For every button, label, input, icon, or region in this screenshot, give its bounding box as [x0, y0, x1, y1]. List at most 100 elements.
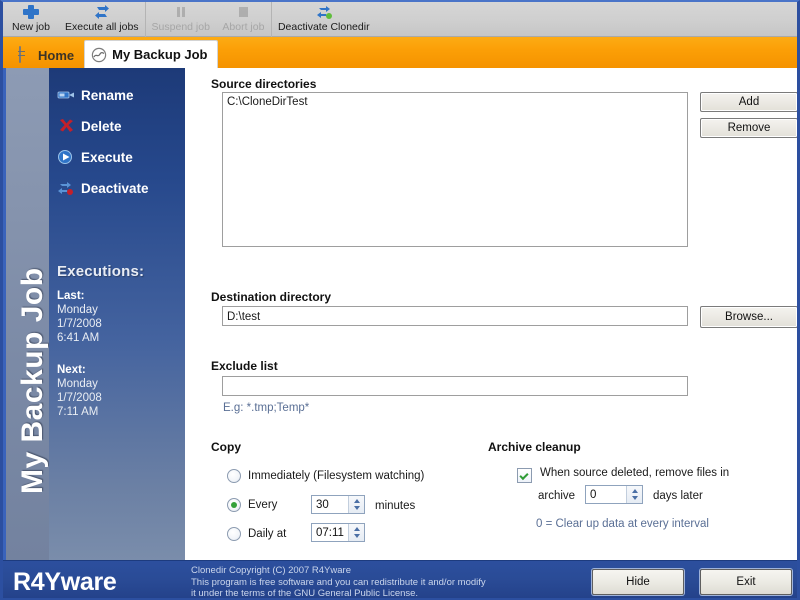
- job-title-column: My Backup Job: [3, 68, 49, 560]
- stepper-arrows[interactable]: [626, 486, 642, 503]
- source-directories-list[interactable]: C:\CloneDirTest: [222, 92, 688, 247]
- executions-next-day: Monday: [57, 378, 98, 390]
- pause-icon: [172, 4, 190, 20]
- chevron-down-icon[interactable]: [349, 505, 364, 514]
- archive-days-stepper[interactable]: 0: [585, 485, 643, 504]
- toolbar-deactivate-clonedir-label: Deactivate Clonedir: [277, 21, 370, 33]
- copyright-line-1: Clonedir Copyright (C) 2007 R4Yware: [191, 565, 351, 576]
- sidebar-item-rename-label: Rename: [81, 87, 134, 103]
- exit-button[interactable]: Exit: [700, 569, 792, 595]
- left-sidebar: My Backup Job Rename Delete Execute Deac…: [3, 68, 185, 560]
- copyright-line-3: it under the terms of the GNU General Pu…: [191, 588, 419, 599]
- executions-next: Next: Monday 1/7/2008 7:11 AM: [57, 363, 185, 419]
- brand-logo: R4Yware: [13, 568, 117, 596]
- tab-bar: Home My Backup Job: [3, 37, 797, 68]
- copy-option-daily-label: Daily at: [248, 528, 287, 540]
- toolbar-new-job[interactable]: New job: [3, 2, 59, 37]
- toolbar-execute-all-jobs[interactable]: Execute all jobs: [59, 2, 146, 37]
- copy-option-every-label: Every: [248, 499, 278, 511]
- chevron-up-icon[interactable]: [349, 496, 364, 505]
- exclude-list-input[interactable]: [222, 376, 688, 396]
- daily-time-stepper[interactable]: 07:11: [311, 523, 365, 542]
- executions-last-day: Monday: [57, 304, 98, 316]
- archive-cleanup-option[interactable]: When source deleted, remove files in: [517, 467, 729, 483]
- hide-button[interactable]: Hide: [592, 569, 684, 595]
- executions-next-label: Next:: [57, 364, 86, 376]
- tab-home[interactable]: Home: [11, 42, 84, 68]
- execute-icon: [57, 149, 75, 165]
- archive-cleanup-text-line1: When source deleted, remove files in: [540, 467, 730, 479]
- executions-last-label: Last:: [57, 290, 85, 302]
- plus-icon: [22, 4, 40, 20]
- archive-days-value[interactable]: 0: [586, 486, 626, 503]
- deactivate-icon: [57, 180, 75, 196]
- interval-minutes-value[interactable]: 30: [312, 496, 348, 513]
- sidebar-item-delete-label: Delete: [81, 118, 122, 134]
- application-window: New job Execute all jobs Suspend job Abo…: [0, 0, 800, 600]
- daily-time-value[interactable]: 07:11: [312, 524, 348, 541]
- archive-days-suffix: days later: [653, 490, 703, 502]
- toolbar-suspend-job: Suspend job: [146, 2, 216, 37]
- archive-days-prefix: archive: [538, 490, 576, 502]
- copy-option-daily[interactable]: Daily at: [227, 527, 286, 541]
- executions-heading: Executions:: [57, 263, 145, 280]
- list-item[interactable]: C:\CloneDirTest: [226, 95, 684, 109]
- destination-directory-input[interactable]: D:\test: [222, 306, 688, 326]
- server-icon: [17, 46, 33, 63]
- destination-directory-label: Destination directory: [211, 290, 332, 304]
- sidebar-item-delete[interactable]: Delete: [57, 111, 185, 141]
- job-icon: [91, 47, 107, 63]
- exclude-list-hint: E.g: *.tmp;Temp*: [223, 402, 310, 414]
- toolbar-deactivate-clonedir[interactable]: Deactivate Clonedir: [272, 2, 376, 37]
- chevron-up-icon[interactable]: [627, 486, 642, 495]
- exclude-list-label: Exclude list: [211, 359, 278, 373]
- executions-next-time: 7:11 AM: [57, 406, 99, 418]
- interval-minutes-stepper[interactable]: 30: [311, 495, 365, 514]
- sidebar-item-deactivate-label: Deactivate: [81, 180, 149, 196]
- radio-immediately[interactable]: [227, 469, 241, 483]
- chevron-up-icon[interactable]: [349, 524, 364, 533]
- rename-icon: [57, 87, 75, 103]
- toolbar-new-job-label: New job: [12, 21, 50, 33]
- copy-option-immediately-label: Immediately (Filesystem watching): [248, 470, 425, 482]
- chevron-down-icon[interactable]: [349, 533, 364, 542]
- copyright-text: Clonedir Copyright (C) 2007 R4Yware This…: [191, 565, 611, 599]
- main-content: Source directories C:\CloneDirTest Add R…: [185, 68, 797, 560]
- toolbar-execute-all-jobs-label: Execute all jobs: [65, 21, 139, 33]
- browse-button[interactable]: Browse...: [700, 306, 797, 328]
- archive-cleanup-checkbox[interactable]: [517, 468, 532, 483]
- add-button[interactable]: Add: [700, 92, 797, 112]
- refresh-icon: [93, 4, 111, 20]
- stepper-arrows[interactable]: [348, 524, 364, 541]
- archive-cleanup-label: Archive cleanup: [488, 440, 581, 454]
- radio-every[interactable]: [227, 498, 241, 512]
- copy-label: Copy: [211, 440, 241, 454]
- toolbar-abort-job: Abort job: [216, 2, 272, 37]
- executions-last: Last: Monday 1/7/2008 6:41 AM: [57, 289, 185, 345]
- sidebar-item-rename[interactable]: Rename: [57, 80, 185, 110]
- deactivate-icon: [315, 4, 333, 20]
- job-title: My Backup Job: [16, 267, 49, 494]
- copy-option-immediately[interactable]: Immediately (Filesystem watching): [227, 469, 424, 483]
- toolbar-abort-job-label: Abort job: [222, 21, 265, 33]
- remove-button[interactable]: Remove: [700, 118, 797, 138]
- stop-icon: [234, 4, 252, 20]
- toolbar-suspend-job-label: Suspend job: [151, 21, 210, 33]
- copy-option-every[interactable]: Every: [227, 498, 277, 512]
- executions-last-time: 6:41 AM: [57, 332, 100, 344]
- radio-daily[interactable]: [227, 527, 241, 541]
- delete-icon: [57, 118, 75, 134]
- chevron-down-icon[interactable]: [627, 495, 642, 504]
- sidebar-body: Rename Delete Execute Deactivate Executi…: [49, 68, 185, 560]
- footer-bar: R4Yware Clonedir Copyright (C) 2007 R4Yw…: [3, 560, 797, 598]
- source-directories-label: Source directories: [211, 77, 317, 91]
- tab-home-label: Home: [38, 47, 75, 63]
- tab-my-backup-job[interactable]: My Backup Job: [84, 40, 219, 68]
- tab-my-backup-job-label: My Backup Job: [112, 47, 208, 62]
- stepper-arrows[interactable]: [348, 496, 364, 513]
- archive-cleanup-note: 0 = Clear up data at every interval: [536, 518, 709, 530]
- sidebar-item-execute[interactable]: Execute: [57, 142, 185, 172]
- interval-minutes-suffix: minutes: [375, 500, 416, 512]
- sidebar-item-execute-label: Execute: [81, 149, 133, 165]
- sidebar-item-deactivate[interactable]: Deactivate: [57, 173, 185, 203]
